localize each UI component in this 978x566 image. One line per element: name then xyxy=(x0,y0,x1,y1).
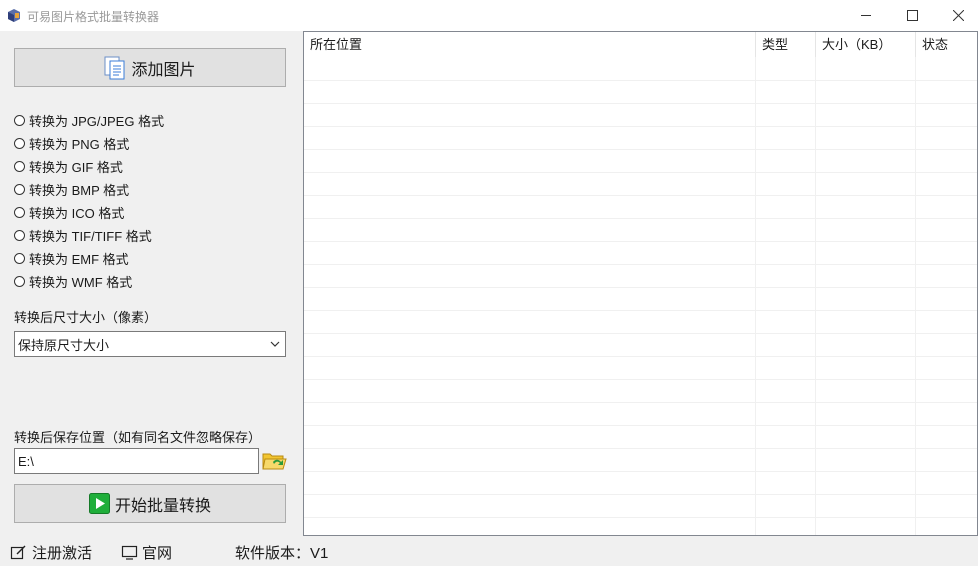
radio-circle[interactable] xyxy=(14,183,25,195)
list-header: 所在位置 类型 大小（KB） 状态 xyxy=(304,32,977,57)
grid-line xyxy=(304,126,977,127)
register-label: 注册激活 xyxy=(32,545,93,562)
radio-label: 转换为 WMF 格式 xyxy=(29,274,133,290)
radio-label: 转换为 TIF/TIFF 格式 xyxy=(29,228,152,244)
grid-line xyxy=(304,379,977,380)
file-list[interactable]: 所在位置 类型 大小（KB） 状态 xyxy=(303,31,978,536)
size-label: 转换后尺寸大小（像素） xyxy=(14,310,158,325)
radio-circle[interactable] xyxy=(14,114,25,126)
close-button[interactable] xyxy=(935,0,978,31)
status-bar: 注册激活 官网 软件版本：V1 xyxy=(0,536,978,566)
window-title: 可易图片格式批量转换器 xyxy=(27,10,160,24)
grid-line xyxy=(304,471,977,472)
column-header-status[interactable]: 状态 xyxy=(916,32,977,57)
close-icon xyxy=(952,10,964,21)
grid-line xyxy=(304,494,977,495)
minimize-button[interactable] xyxy=(843,0,889,31)
play-icon xyxy=(88,493,110,514)
grid-line xyxy=(304,517,977,518)
document-icon xyxy=(104,56,125,79)
grid-line xyxy=(755,57,756,535)
minimize-icon xyxy=(860,15,871,16)
radio-png[interactable]: 转换为 PNG 格式 xyxy=(14,134,129,152)
grid-line xyxy=(304,103,977,104)
grid-line xyxy=(304,264,977,265)
radio-label: 转换为 JPG/JPEG 格式 xyxy=(29,113,165,129)
maximize-button[interactable] xyxy=(889,0,935,31)
website-link[interactable]: 官网 xyxy=(121,542,172,563)
radio-tif[interactable]: 转换为 TIF/TIFF 格式 xyxy=(14,226,152,244)
radio-circle[interactable] xyxy=(14,275,25,287)
grid-line xyxy=(815,57,816,535)
radio-jpg[interactable]: 转换为 JPG/JPEG 格式 xyxy=(14,111,164,129)
column-header-type[interactable]: 类型 xyxy=(756,32,816,57)
grid-line xyxy=(304,149,977,150)
chevron-down-icon xyxy=(270,341,280,347)
radio-label: 转换为 BMP 格式 xyxy=(29,182,130,198)
grid-line xyxy=(304,80,977,81)
radio-label: 转换为 EMF 格式 xyxy=(29,251,129,267)
maximize-icon xyxy=(906,10,918,21)
grid-line xyxy=(304,402,977,403)
edit-square-icon xyxy=(10,545,26,560)
website-label: 官网 xyxy=(142,545,173,562)
grid-line xyxy=(304,241,977,242)
add-images-label: 添加图片 xyxy=(131,61,196,79)
column-header-location[interactable]: 所在位置 xyxy=(304,32,756,57)
start-conversion-button[interactable]: 开始批量转换 xyxy=(14,484,286,523)
size-select-value: 保持原尺寸大小 xyxy=(18,337,110,353)
radio-circle[interactable] xyxy=(14,252,25,264)
register-link[interactable]: 注册激活 xyxy=(10,542,92,563)
radio-wmf[interactable]: 转换为 WMF 格式 xyxy=(14,272,132,290)
version-text: 软件版本：V1 xyxy=(235,545,329,562)
radio-gif[interactable]: 转换为 GIF 格式 xyxy=(14,157,123,175)
radio-label: 转换为 PNG 格式 xyxy=(29,136,130,152)
column-header-size[interactable]: 大小（KB） xyxy=(816,32,916,57)
save-path-input[interactable]: E:\ xyxy=(14,448,259,474)
grid-line xyxy=(304,218,977,219)
radio-ico[interactable]: 转换为 ICO 格式 xyxy=(14,203,124,221)
grid-line xyxy=(304,425,977,426)
grid-line xyxy=(304,195,977,196)
size-select[interactable]: 保持原尺寸大小 xyxy=(14,331,286,357)
radio-circle[interactable] xyxy=(14,160,25,172)
add-images-button[interactable]: 添加图片 xyxy=(14,48,286,87)
start-conversion-label: 开始批量转换 xyxy=(114,497,211,515)
grid-line xyxy=(304,333,977,334)
radio-bmp[interactable]: 转换为 BMP 格式 xyxy=(14,180,129,198)
title-bar: 可易图片格式批量转换器 xyxy=(0,0,978,31)
grid-line xyxy=(304,448,977,449)
monitor-icon xyxy=(121,545,138,560)
grid-line xyxy=(304,356,977,357)
radio-circle[interactable] xyxy=(14,206,25,218)
grid-line xyxy=(304,172,977,173)
radio-emf[interactable]: 转换为 EMF 格式 xyxy=(14,249,129,267)
radio-circle[interactable] xyxy=(14,229,25,241)
radio-label: 转换为 ICO 格式 xyxy=(29,205,125,221)
app-logo-icon xyxy=(8,9,20,22)
grid-line xyxy=(304,310,977,311)
save-location-label: 转换后保存位置（如有同名文件忽略保存） xyxy=(14,430,262,445)
grid-line xyxy=(915,57,916,535)
radio-label: 转换为 GIF 格式 xyxy=(29,159,123,175)
grid-line xyxy=(304,287,977,288)
folder-open-icon[interactable] xyxy=(261,448,287,474)
radio-circle[interactable] xyxy=(14,137,25,149)
